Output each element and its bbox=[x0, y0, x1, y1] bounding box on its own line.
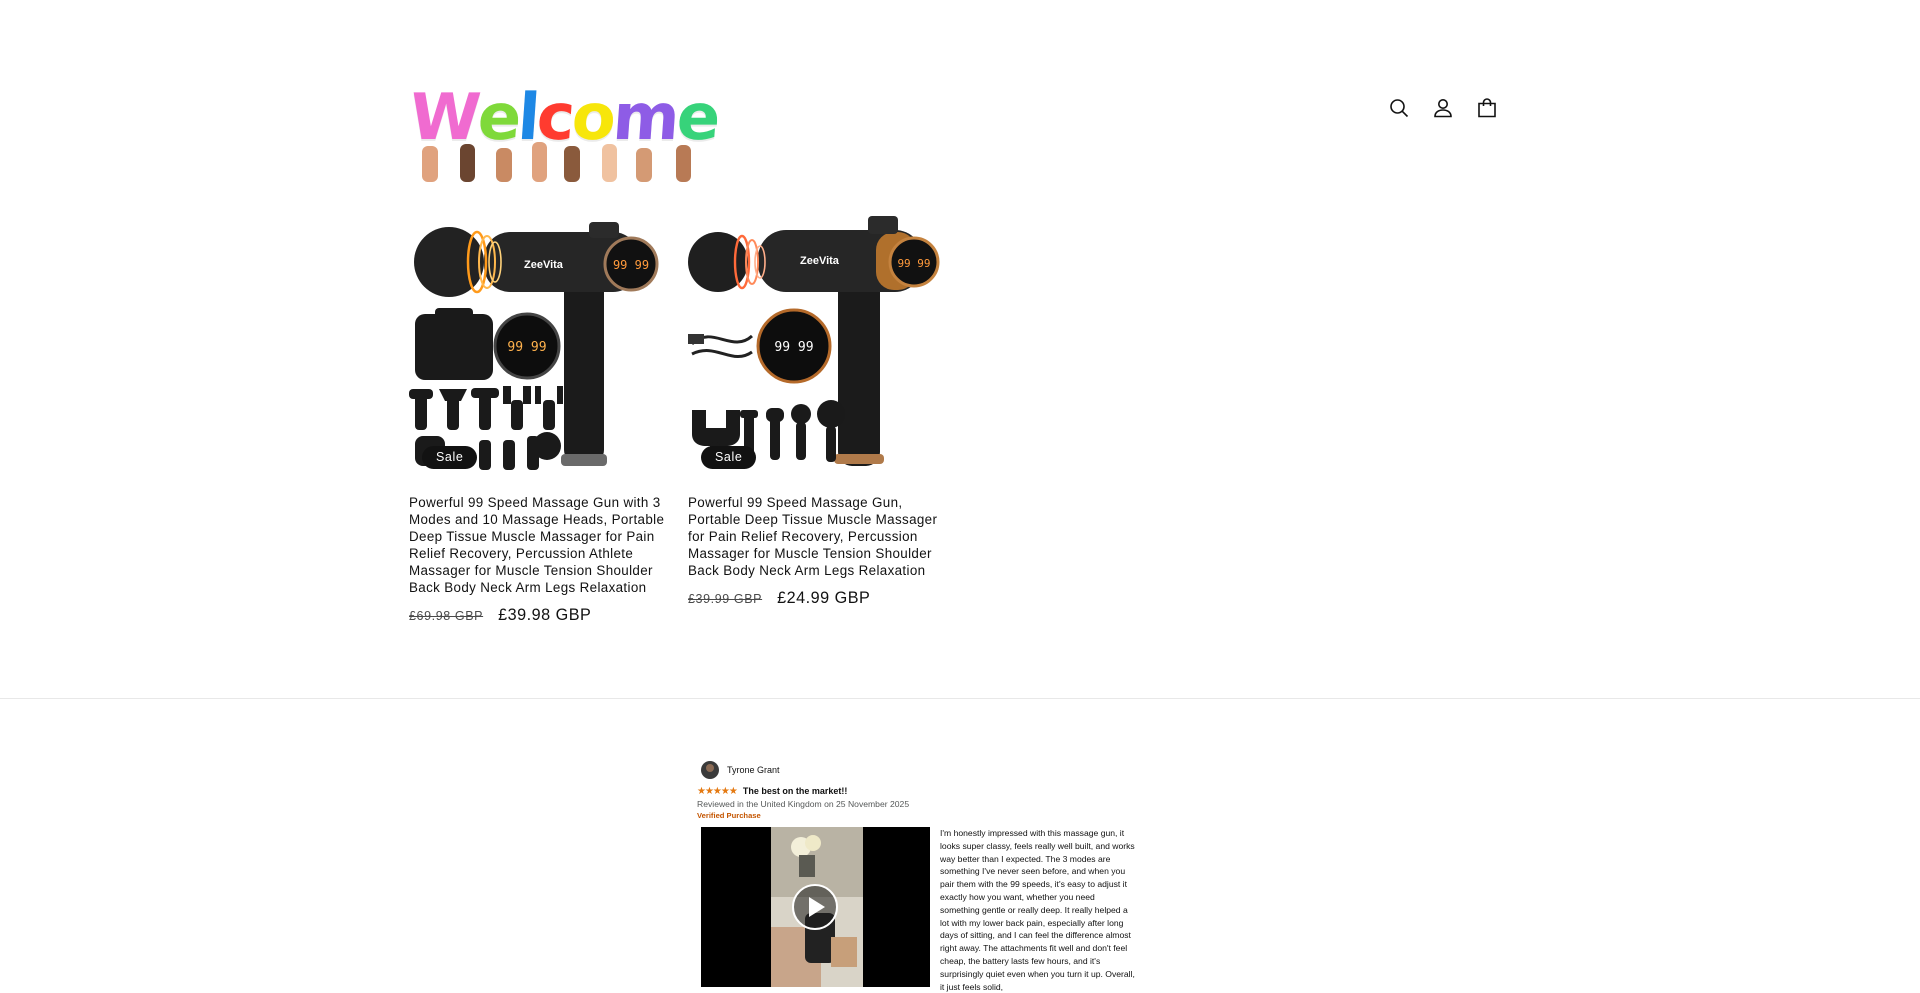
product-image[interactable]: 99 99 ZeeVita 99 99 Sale bbox=[409, 214, 672, 477]
svg-text:99 99: 99 99 bbox=[897, 257, 930, 270]
massage-gun-kit-image: 99 99 ZeeVita 99 99 bbox=[409, 222, 659, 470]
reviewer-name: Tyrone Grant bbox=[727, 765, 780, 775]
verified-purchase-badge: Verified Purchase bbox=[697, 811, 761, 820]
sale-badge: Sale bbox=[701, 446, 757, 469]
svg-text:ZeeVita: ZeeVita bbox=[524, 259, 564, 271]
review-title: The best on the market!! bbox=[742, 786, 848, 796]
customer-review-image: Tyrone Grant ★★★★★ The best on the marke… bbox=[697, 759, 1137, 993]
section-divider bbox=[0, 698, 1920, 699]
product-card[interactable]: 99 99 ZeeVita 99 99 Sale Powerful 99 Spe… bbox=[409, 214, 672, 625]
review-rating-row: ★★★★★ The best on the market!! bbox=[697, 785, 1137, 797]
sale-price: £24.99 GBP bbox=[777, 589, 871, 607]
account-icon[interactable] bbox=[1431, 96, 1455, 120]
review-header: Tyrone Grant bbox=[697, 759, 1137, 781]
search-icon[interactable] bbox=[1387, 96, 1411, 120]
svg-text:99 99: 99 99 bbox=[507, 340, 546, 355]
review-body: I'm honestly impressed with this massage… bbox=[697, 827, 1137, 993]
product-price: £39.99 GBP £24.99 GBP bbox=[688, 589, 951, 608]
product-title[interactable]: Powerful 99 Speed Massage Gun with 3 Mod… bbox=[409, 494, 672, 596]
review-video[interactable] bbox=[701, 827, 930, 987]
logo-hands-graphic bbox=[422, 142, 691, 182]
cart-icon[interactable] bbox=[1475, 96, 1499, 120]
sale-price: £39.98 GBP bbox=[498, 606, 592, 624]
reviewer-avatar bbox=[701, 761, 719, 779]
svg-text:99 99: 99 99 bbox=[774, 340, 813, 355]
svg-text:99 99: 99 99 bbox=[613, 258, 649, 272]
regular-price: £69.98 GBP bbox=[409, 609, 484, 623]
store-logo[interactable]: Welcome bbox=[407, 80, 720, 182]
product-title[interactable]: Powerful 99 Speed Massage Gun, Portable … bbox=[688, 494, 951, 579]
svg-text:ZeeVita: ZeeVita bbox=[800, 255, 840, 267]
regular-price: £39.99 GBP bbox=[688, 592, 763, 606]
header-icons bbox=[1387, 96, 1499, 120]
star-rating-icon: ★★★★★ bbox=[697, 785, 738, 797]
product-card[interactable]: 99 99 ZeeVita 99 99 Sale Powerful 99 Spe… bbox=[688, 214, 951, 608]
product-price: £69.98 GBP £39.98 GBP bbox=[409, 606, 672, 625]
massage-gun-image: 99 99 ZeeVita 99 99 bbox=[688, 216, 940, 466]
video-thumbnail bbox=[701, 827, 930, 987]
review-meta: Reviewed in the United Kingdom on 25 Nov… bbox=[697, 799, 910, 809]
product-image[interactable]: 99 99 ZeeVita 99 99 Sale bbox=[688, 214, 951, 477]
sale-badge: Sale bbox=[422, 446, 478, 469]
review-text: I'm honestly impressed with this massage… bbox=[940, 828, 1135, 992]
